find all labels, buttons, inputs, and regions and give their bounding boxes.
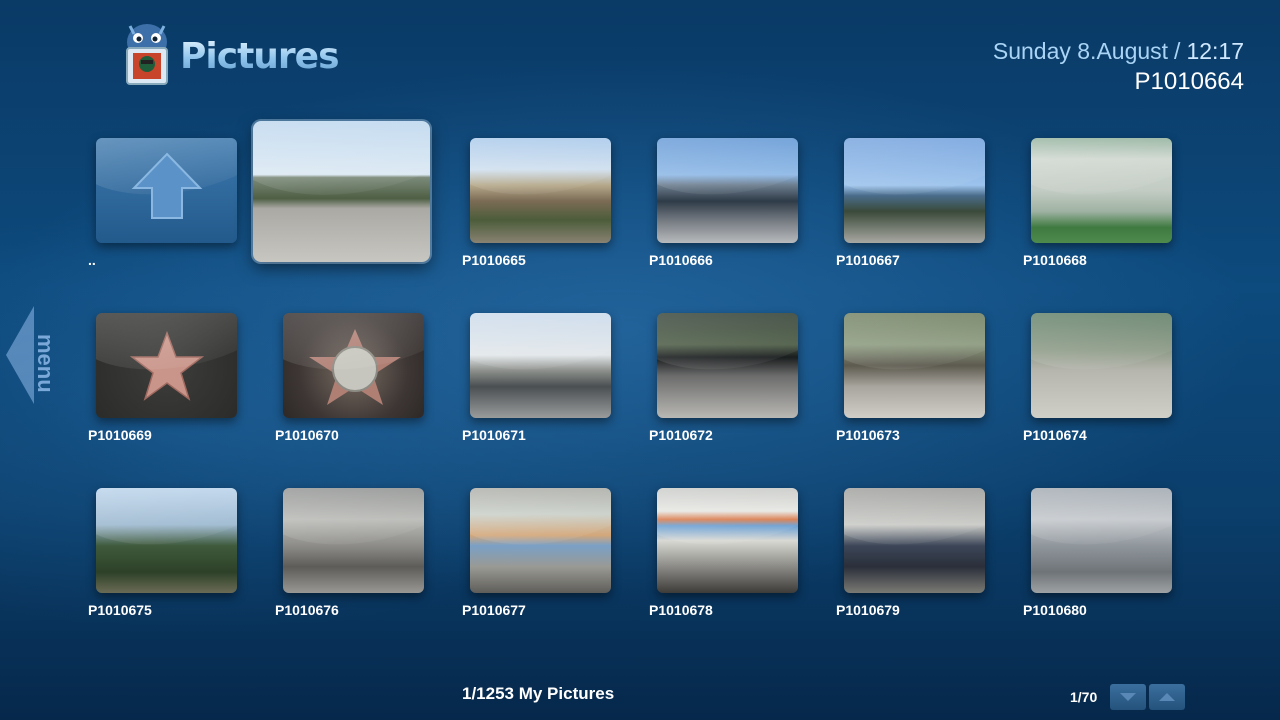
photo-label: P1010675 bbox=[88, 602, 152, 618]
photo-tile[interactable]: P1010670 bbox=[275, 303, 462, 453]
photo-label: P1010676 bbox=[275, 602, 339, 618]
photo-thumbnail bbox=[470, 138, 611, 243]
photo-tile[interactable]: P1010672 bbox=[649, 303, 836, 453]
menu-tab[interactable]: menu bbox=[0, 300, 62, 410]
photo-tile[interactable]: P1010674 bbox=[1023, 303, 1210, 453]
photo-label: P1010669 bbox=[88, 427, 152, 443]
photo-tile[interactable]: P1010667 bbox=[836, 128, 1023, 278]
photo-tile[interactable]: P1010678 bbox=[649, 478, 836, 628]
date-text: Sunday 8.August bbox=[992, 38, 1169, 64]
photo-thumbnail bbox=[96, 488, 237, 593]
photo-label: P1010673 bbox=[836, 427, 900, 443]
photo-thumbnail bbox=[1031, 313, 1172, 418]
photo-label: P1010671 bbox=[462, 427, 526, 443]
photo-label: P1010666 bbox=[649, 252, 713, 268]
photo-thumbnail bbox=[844, 138, 985, 243]
photo-thumbnail bbox=[844, 313, 985, 418]
photo-tile[interactable]: P1010676 bbox=[275, 478, 462, 628]
photo-tile[interactable] bbox=[253, 121, 462, 278]
photo-thumbnail bbox=[253, 121, 430, 262]
footer-status: 1/1253 My Pictures bbox=[462, 684, 615, 703]
photo-tile[interactable]: P1010673 bbox=[836, 303, 1023, 453]
time-text: 12:17 bbox=[1186, 38, 1244, 64]
photo-thumbnail bbox=[844, 488, 985, 593]
date-time: Sunday 8.August/12:17 bbox=[993, 38, 1244, 65]
photo-label: P1010668 bbox=[1023, 252, 1087, 268]
mascot-icon bbox=[126, 24, 168, 85]
photo-label: P1010670 bbox=[275, 427, 339, 443]
photo-tile[interactable]: P1010677 bbox=[462, 478, 649, 628]
photo-thumbnail bbox=[1031, 488, 1172, 593]
star-plaque-icon bbox=[309, 329, 401, 405]
photo-thumbnail bbox=[470, 488, 611, 593]
page-up-button[interactable] bbox=[1149, 684, 1185, 710]
photo-label: P1010680 bbox=[1023, 602, 1087, 618]
chevron-up-icon bbox=[1159, 693, 1175, 701]
chevron-down-icon bbox=[1120, 693, 1136, 701]
photo-thumbnail bbox=[283, 488, 424, 593]
parent-folder-thumb bbox=[96, 138, 237, 243]
photo-label: P1010665 bbox=[462, 252, 526, 268]
star-icon bbox=[130, 330, 204, 401]
current-file-name: P1010664 bbox=[1134, 68, 1244, 95]
photo-tile[interactable]: P1010668 bbox=[1023, 128, 1210, 278]
photo-label: P1010672 bbox=[649, 427, 713, 443]
photo-tile[interactable]: P1010679 bbox=[836, 478, 1023, 628]
photo-thumbnail bbox=[470, 313, 611, 418]
page-down-button[interactable] bbox=[1110, 684, 1146, 710]
app-logo: Pictures bbox=[118, 16, 339, 88]
page-indicator: 1/70 bbox=[1070, 689, 1098, 705]
photo-tile[interactable]: P1010680 bbox=[1023, 478, 1210, 628]
photo-label: P1010674 bbox=[1023, 427, 1087, 443]
app-title: Pictures bbox=[180, 36, 339, 77]
photo-label: P1010677 bbox=[462, 602, 526, 618]
photo-tile[interactable]: P1010669 bbox=[88, 303, 275, 453]
photo-label: P1010679 bbox=[836, 602, 900, 618]
photo-tile[interactable]: P1010671 bbox=[462, 303, 649, 453]
menu-tab-label: menu bbox=[33, 334, 58, 393]
photo-label: P1010667 bbox=[836, 252, 900, 268]
photo-thumbnail bbox=[657, 138, 798, 243]
parent-folder-label: .. bbox=[88, 252, 96, 268]
photo-thumbnail bbox=[657, 488, 798, 593]
photo-tile[interactable]: P1010665 bbox=[462, 128, 649, 278]
photo-thumbnail bbox=[657, 313, 798, 418]
date-time-separator: / bbox=[1174, 38, 1181, 64]
photo-thumbnail bbox=[1031, 138, 1172, 243]
photo-label: P1010678 bbox=[649, 602, 713, 618]
photo-tile[interactable]: P1010675 bbox=[88, 478, 275, 628]
parent-folder-tile[interactable]: .. bbox=[88, 128, 275, 278]
arrow-up-icon bbox=[131, 152, 203, 219]
photo-tile[interactable]: P1010666 bbox=[649, 128, 836, 278]
photo-thumbnail bbox=[283, 313, 424, 418]
photo-thumbnail bbox=[96, 313, 237, 418]
